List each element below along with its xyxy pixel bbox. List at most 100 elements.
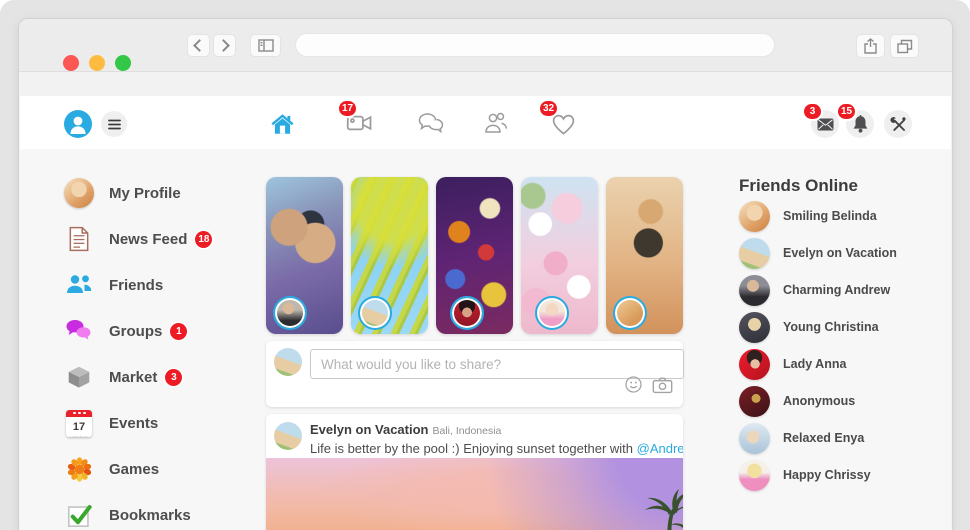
story-card[interactable] xyxy=(351,177,428,334)
friend-avatar xyxy=(739,349,770,380)
friend-avatar xyxy=(739,201,770,232)
friend-item[interactable]: Relaxed Enya xyxy=(739,422,939,454)
composer-avatar xyxy=(274,348,302,376)
settings-button[interactable] xyxy=(884,110,912,138)
calendar-band xyxy=(66,410,92,417)
forward-button[interactable] xyxy=(213,34,236,57)
share-icon xyxy=(863,38,878,54)
close-button[interactable] xyxy=(63,55,79,71)
story-card[interactable] xyxy=(606,177,683,334)
tab-overview-button[interactable] xyxy=(890,34,919,58)
user-avatar[interactable] xyxy=(64,110,92,138)
mail-icon xyxy=(817,118,834,131)
friend-item[interactable]: Happy Chrissy xyxy=(739,459,939,491)
friend-avatar xyxy=(739,238,770,269)
sidebar-toggle-button[interactable] xyxy=(250,34,281,57)
groups-icon xyxy=(65,319,93,343)
bookmarks-icon xyxy=(66,502,93,529)
notifications-button[interactable]: 15 xyxy=(846,110,874,138)
friend-item[interactable]: Anonymous xyxy=(739,385,939,417)
story-card[interactable] xyxy=(436,177,513,334)
friend-name: Smiling Belinda xyxy=(783,209,877,223)
story-card[interactable] xyxy=(266,177,343,334)
friend-name: Young Christina xyxy=(783,320,879,334)
likes-badge: 32 xyxy=(538,99,559,118)
friend-avatar xyxy=(739,312,770,343)
sidebar-item-market[interactable]: Market 3 xyxy=(64,359,274,395)
sidebar-item-label: Games xyxy=(109,461,159,478)
likes-tab[interactable]: 32 xyxy=(548,109,578,137)
camera-icon xyxy=(652,376,673,394)
browser-window: 17 32 3 15 xyxy=(18,18,953,530)
friends-tab[interactable] xyxy=(481,110,509,136)
sidebar-item-games[interactable]: Games xyxy=(64,451,274,487)
friend-item[interactable]: Lady Anna xyxy=(739,348,939,380)
tabs-icon xyxy=(897,39,913,54)
story-avatar xyxy=(535,296,569,330)
sidebar-item-bookmarks[interactable]: Bookmarks xyxy=(64,497,274,530)
app-content: My Profile News Feed 18 Friends Groups 1… xyxy=(20,149,951,530)
post-card: Evelyn on VacationBali, Indonesia Life i… xyxy=(266,414,683,530)
friend-item[interactable]: Young Christina xyxy=(739,311,939,343)
chevron-left-icon xyxy=(193,39,206,52)
messages-badge: 3 xyxy=(802,102,823,121)
sidebar-item-label: Friends xyxy=(109,277,163,294)
sidebar-item-label: My Profile xyxy=(109,185,181,202)
friend-name: Charming Andrew xyxy=(783,283,890,297)
share-button[interactable] xyxy=(856,34,885,58)
sidebar-item-my-profile[interactable]: My Profile xyxy=(64,175,274,211)
messages-button[interactable]: 3 xyxy=(811,110,839,138)
post-image[interactable] xyxy=(266,458,683,530)
minimize-button[interactable] xyxy=(89,55,105,71)
video-tab[interactable]: 17 xyxy=(345,109,375,137)
news-feed-icon xyxy=(67,226,91,252)
friend-avatar xyxy=(739,423,770,454)
friend-avatar xyxy=(739,460,770,491)
post-text: Life is better by the pool :) Enjoying s… xyxy=(310,441,683,456)
post-author[interactable]: Evelyn on Vacation xyxy=(310,422,429,437)
sidebar-item-events[interactable]: 17 MONDAY Events xyxy=(64,405,274,441)
post-author-avatar[interactable] xyxy=(274,422,302,450)
sidebar-item-label: Bookmarks xyxy=(109,507,191,524)
friend-name: Lady Anna xyxy=(783,357,846,371)
sidebar-item-friends[interactable]: Friends xyxy=(64,267,274,303)
story-card[interactable] xyxy=(521,177,598,334)
back-button[interactable] xyxy=(187,34,210,57)
home-icon xyxy=(269,111,296,137)
profile-avatar xyxy=(64,178,94,208)
groups-badge: 1 xyxy=(170,323,187,340)
emoji-button[interactable] xyxy=(624,375,643,399)
sidebar-item-news-feed[interactable]: News Feed 18 xyxy=(64,221,274,257)
menu-button[interactable] xyxy=(101,111,127,137)
app-header: 17 32 3 15 xyxy=(20,96,951,149)
friend-item[interactable]: Charming Andrew xyxy=(739,274,939,306)
url-bar[interactable] xyxy=(295,33,775,57)
friend-item[interactable]: Smiling Belinda xyxy=(739,200,939,232)
friend-name: Happy Chrissy xyxy=(783,468,871,482)
video-badge: 17 xyxy=(337,99,358,118)
friends-blue-icon xyxy=(65,273,93,297)
home-tab[interactable] xyxy=(268,110,296,137)
person-icon xyxy=(64,110,92,138)
tools-icon xyxy=(890,116,907,133)
friend-avatar xyxy=(739,386,770,417)
page-background: 17 32 3 15 xyxy=(0,0,970,530)
market-badge: 3 xyxy=(165,369,182,386)
composer-card xyxy=(266,341,683,407)
chat-tab[interactable] xyxy=(417,110,445,136)
sidebar-item-groups[interactable]: Groups 1 xyxy=(64,313,274,349)
photo-upload-button[interactable] xyxy=(652,376,673,399)
sidebar-item-label: News Feed xyxy=(109,231,187,248)
calendar-weekday: MONDAY xyxy=(66,435,92,437)
friend-name: Anonymous xyxy=(783,394,855,408)
zoom-button[interactable] xyxy=(115,55,131,71)
friend-item[interactable]: Evelyn on Vacation xyxy=(739,237,939,269)
notifications-badge: 15 xyxy=(836,102,857,121)
hamburger-icon xyxy=(108,119,121,130)
sidebar-item-label: Market xyxy=(109,369,157,386)
games-icon xyxy=(66,456,93,483)
people-icon xyxy=(481,111,509,136)
browser-toolbar xyxy=(19,19,952,72)
post-mention-link[interactable]: @Andrew xyxy=(637,441,683,456)
friend-name: Relaxed Enya xyxy=(783,431,864,445)
